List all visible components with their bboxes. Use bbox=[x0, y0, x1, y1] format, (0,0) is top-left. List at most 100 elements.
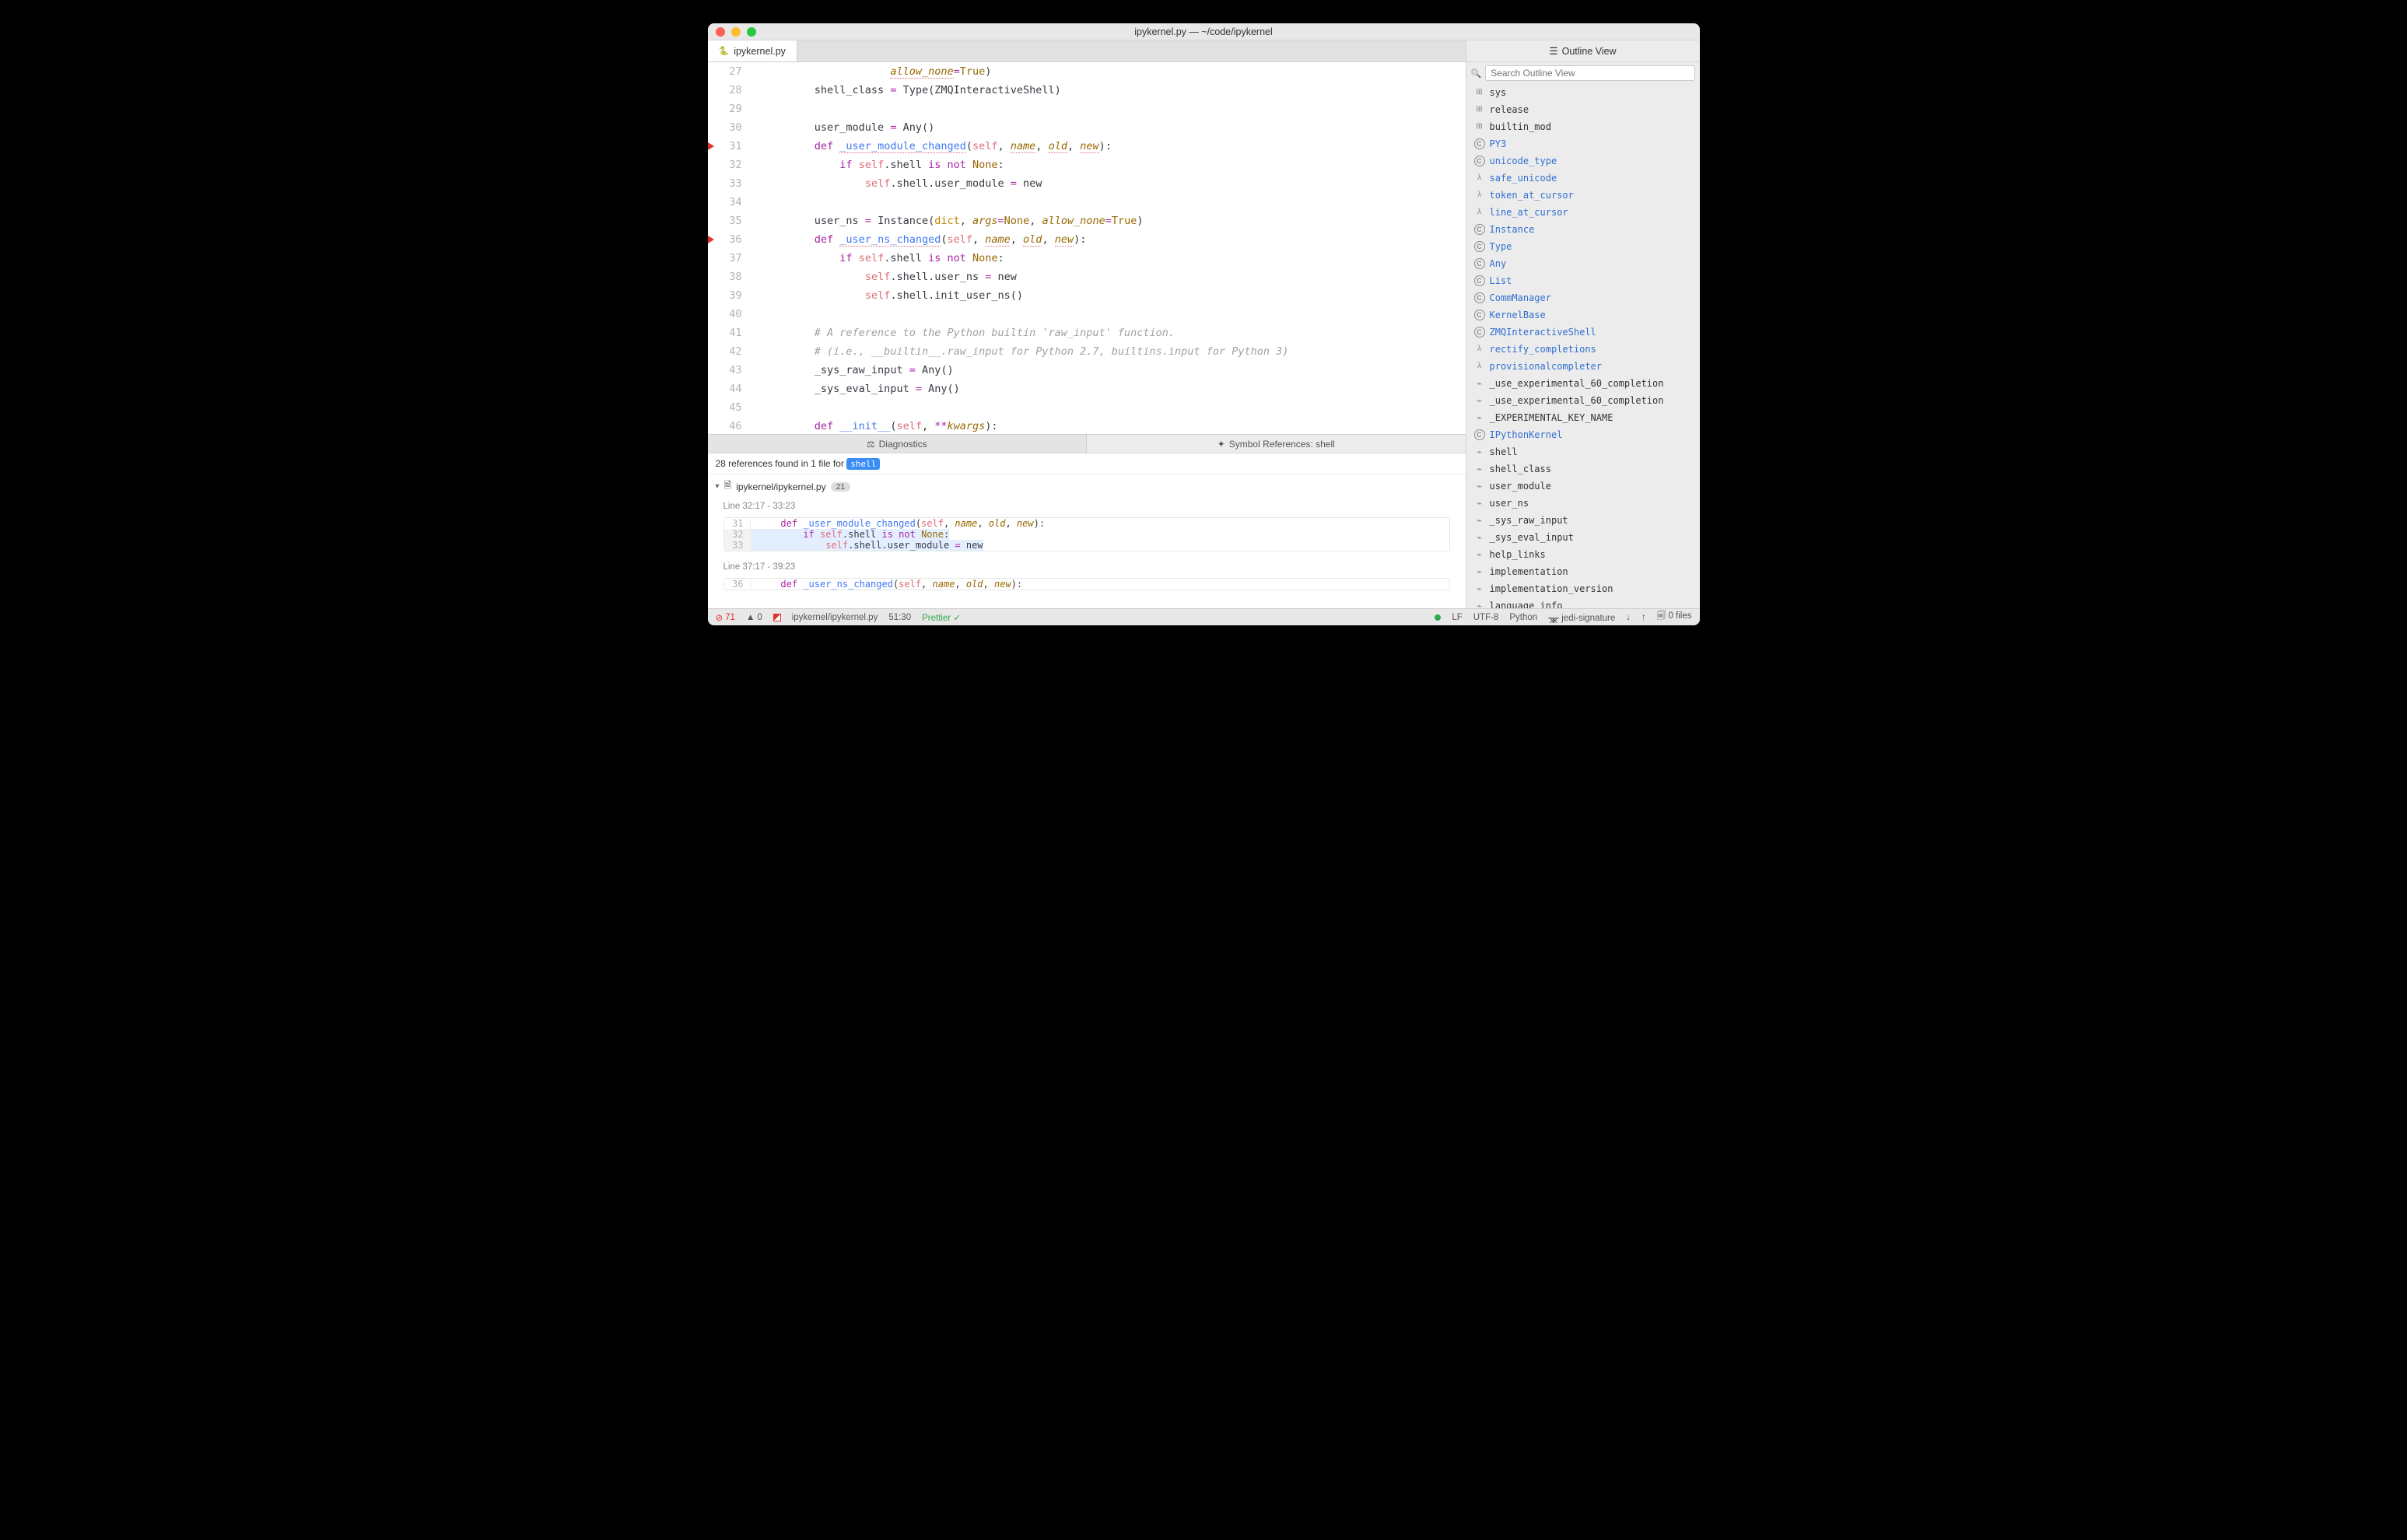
fn-icon bbox=[1474, 344, 1485, 355]
outline-item[interactable]: help_links bbox=[1466, 546, 1700, 563]
outline-item[interactable]: List bbox=[1466, 272, 1700, 289]
outline-item-label: unicode_type bbox=[1490, 154, 1557, 168]
outline-item-label: shell bbox=[1490, 445, 1518, 459]
app-window: ipykernel.py — ~/code/ipykernel 🐍 ipyker… bbox=[708, 23, 1700, 625]
outline-item-label: Type bbox=[1490, 240, 1512, 254]
outline-item-label: implementation_version bbox=[1490, 582, 1613, 596]
close-icon[interactable] bbox=[716, 27, 725, 37]
outline-item[interactable]: shell_class bbox=[1466, 460, 1700, 478]
outline-item-label: IPythonKernel bbox=[1490, 428, 1563, 442]
pkg-icon bbox=[1474, 87, 1485, 98]
status-indicator-icon[interactable] bbox=[773, 614, 781, 621]
tab-references-label: Symbol References: shell bbox=[1229, 439, 1335, 450]
outline-item[interactable]: shell bbox=[1466, 443, 1700, 460]
outline-item[interactable]: user_module bbox=[1466, 478, 1700, 495]
window-body: 🐍 ipykernel.py 2728293031323334353637383… bbox=[708, 40, 1700, 608]
fn-icon bbox=[1474, 361, 1485, 372]
code-content[interactable]: allow_none=True) shell_class = Type(ZMQI… bbox=[752, 62, 1466, 434]
c-icon bbox=[1474, 258, 1485, 269]
tab-ipykernel[interactable]: 🐍 ipykernel.py bbox=[708, 40, 797, 61]
editor-tabs: 🐍 ipykernel.py bbox=[708, 40, 1466, 62]
minimize-icon[interactable] bbox=[731, 27, 741, 37]
outline-item-label: shell_class bbox=[1490, 462, 1551, 476]
titlebar: ipykernel.py — ~/code/ipykernel bbox=[708, 23, 1700, 40]
outline-item[interactable]: builtin_mod bbox=[1466, 118, 1700, 135]
status-errors[interactable]: ⊘ 71 bbox=[716, 612, 735, 623]
outline-item[interactable]: _sys_raw_input bbox=[1466, 512, 1700, 529]
outline-item[interactable]: _use_experimental_60_completion bbox=[1466, 392, 1700, 409]
search-icon bbox=[1471, 66, 1482, 80]
references-summary: 28 references found in 1 file for shell bbox=[708, 453, 1466, 474]
outline-item[interactable]: token_at_cursor bbox=[1466, 187, 1700, 204]
outline-item[interactable]: _sys_eval_input bbox=[1466, 529, 1700, 546]
status-language[interactable]: Python bbox=[1509, 613, 1537, 622]
outline-item[interactable]: release bbox=[1466, 101, 1700, 118]
outline-item[interactable]: unicode_type bbox=[1466, 152, 1700, 170]
outline-item[interactable]: CommManager bbox=[1466, 289, 1700, 306]
outline-item-label: user_ns bbox=[1490, 496, 1529, 510]
zoom-icon[interactable] bbox=[747, 27, 756, 37]
outline-item[interactable]: Type bbox=[1466, 238, 1700, 255]
tab-symbol-references[interactable]: ✦ Symbol References: shell bbox=[1087, 435, 1466, 453]
reference-range-2[interactable]: Line 37:17 - 39:23 bbox=[708, 559, 1466, 575]
status-warning-count: 0 bbox=[757, 613, 762, 622]
download-icon[interactable]: ↓ bbox=[1626, 613, 1631, 622]
var-icon bbox=[1474, 481, 1485, 492]
outline-item-label: Instance bbox=[1490, 222, 1535, 236]
status-green-dot-icon[interactable] bbox=[1435, 614, 1441, 621]
upload-icon[interactable]: ↑ bbox=[1641, 613, 1646, 622]
outline-item[interactable]: safe_unicode bbox=[1466, 170, 1700, 187]
outline-item-label: provisionalcompleter bbox=[1490, 359, 1603, 373]
status-files[interactable]: 🗐 0 files bbox=[1657, 610, 1692, 625]
outline-item[interactable]: IPythonKernel bbox=[1466, 426, 1700, 443]
tab-label: ipykernel.py bbox=[734, 46, 786, 57]
outline-item[interactable]: _EXPERIMENTAL_KEY_NAME bbox=[1466, 409, 1700, 426]
var-icon bbox=[1474, 532, 1485, 543]
status-warnings[interactable]: ▲ 0 bbox=[746, 613, 762, 622]
outline-item[interactable]: line_at_cursor bbox=[1466, 204, 1700, 221]
tab-diagnostics[interactable]: ⚖ Diagnostics bbox=[708, 435, 1088, 453]
outline-item[interactable]: Any bbox=[1466, 255, 1700, 272]
window-title: ipykernel.py — ~/code/ipykernel bbox=[708, 26, 1700, 37]
outline-item[interactable]: sys bbox=[1466, 84, 1700, 101]
status-signature[interactable]: ᚘ jedi-signature bbox=[1548, 612, 1615, 623]
outline-item[interactable]: provisionalcompleter bbox=[1466, 358, 1700, 375]
var-icon bbox=[1474, 515, 1485, 526]
outline-list[interactable]: sysreleasebuiltin_modPY3 unicode_typesafe… bbox=[1466, 84, 1700, 608]
python-icon: 🐍 bbox=[719, 46, 730, 56]
references-file-count: 21 bbox=[831, 482, 851, 492]
var-icon bbox=[1474, 395, 1485, 406]
outline-item[interactable]: language_info bbox=[1466, 597, 1700, 608]
status-encoding[interactable]: UTF-8 bbox=[1473, 613, 1499, 622]
outline-item[interactable]: ZMQInteractiveShell bbox=[1466, 324, 1700, 341]
reference-snippet-1[interactable]: 31 def _user_module_changed(self, name, … bbox=[724, 517, 1450, 551]
status-cursor-pos[interactable]: 51:30 bbox=[888, 613, 911, 622]
code-editor[interactable]: 2728293031323334353637383940414243444546… bbox=[708, 62, 1466, 434]
pkg-icon bbox=[1474, 121, 1485, 132]
outline-item[interactable]: user_ns bbox=[1466, 495, 1700, 512]
outline-item[interactable]: Instance bbox=[1466, 221, 1700, 238]
outline-title-label: Outline View bbox=[1562, 46, 1617, 57]
var-icon bbox=[1474, 446, 1485, 457]
status-file-path[interactable]: ipykernel/ipykernel.py bbox=[792, 613, 878, 622]
outline-item[interactable]: PY3 bbox=[1466, 135, 1700, 152]
outline-item[interactable]: _use_experimental_60_completion bbox=[1466, 375, 1700, 392]
references-file-row[interactable]: ▾ 🗎 ipykernel/ipykernel.py 21 bbox=[708, 474, 1466, 499]
status-eol[interactable]: LF bbox=[1452, 613, 1462, 622]
reference-range-1[interactable]: Line 32:17 - 33:23 bbox=[708, 499, 1466, 514]
outline-item[interactable]: KernelBase bbox=[1466, 306, 1700, 324]
c-icon bbox=[1474, 275, 1485, 286]
main-column: 🐍 ipykernel.py 2728293031323334353637383… bbox=[708, 40, 1466, 608]
outline-item[interactable]: rectify_completions bbox=[1466, 341, 1700, 358]
outline-item[interactable]: implementation_version bbox=[1466, 580, 1700, 597]
error-icon: ⊘ bbox=[716, 612, 724, 623]
file-icon: 🗎 bbox=[724, 478, 732, 495]
outline-item-label: _EXPERIMENTAL_KEY_NAME bbox=[1490, 411, 1613, 425]
references-panel[interactable]: 28 references found in 1 file for shell … bbox=[708, 453, 1466, 608]
c-icon bbox=[1474, 310, 1485, 320]
status-prettier[interactable]: Prettier ✓ bbox=[922, 612, 961, 623]
line-number-gutter: 2728293031323334353637383940414243444546 bbox=[716, 62, 752, 434]
outline-search-input[interactable] bbox=[1485, 65, 1694, 81]
reference-snippet-2[interactable]: 36 def _user_ns_changed(self, name, old,… bbox=[724, 578, 1450, 590]
outline-item[interactable]: implementation bbox=[1466, 563, 1700, 580]
